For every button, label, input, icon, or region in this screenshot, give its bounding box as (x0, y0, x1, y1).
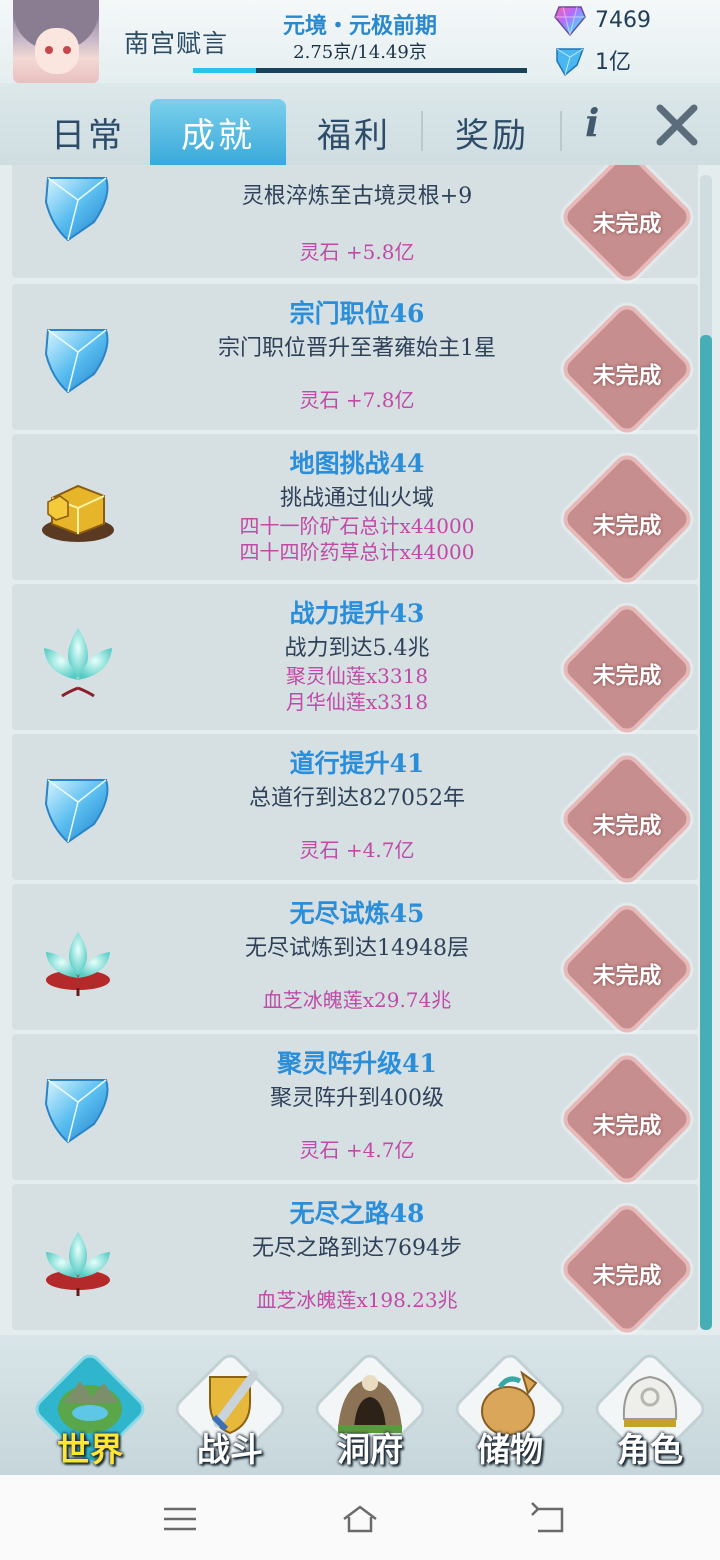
close-icon[interactable] (654, 102, 700, 148)
achievement-item: 无尽试炼45 无尽试炼到达14948层 血芝冰魄莲x29.74兆 未完成 (12, 884, 698, 1039)
back-icon[interactable] (528, 1499, 568, 1539)
menu-icon[interactable] (160, 1499, 200, 1539)
achievement-reward: 灵石 +4.7亿 (299, 1138, 415, 1162)
nav-battle-label: 战斗 (197, 1430, 263, 1469)
spirit-stone-icon (38, 318, 118, 398)
nav-world[interactable]: 世界 (30, 1349, 150, 1469)
top-header: 南宫赋言 元境・元极前期 2.75京/14.49京 7469 1亿 (0, 0, 720, 83)
scrollbar-thumb[interactable] (700, 335, 712, 1330)
achievement-reward: 灵石 +4.7亿 (299, 838, 415, 862)
achievement-title: 宗门职位46 (289, 299, 425, 328)
achievement-reward: 四十一阶矿石总计x44000 (239, 514, 475, 538)
achievement-title: 地图挑战44 (289, 449, 425, 478)
achievement-desc: 挑战通过仙火域 (279, 486, 434, 511)
status-label: 未完成 (592, 662, 662, 689)
ice-lotus-icon (38, 1218, 118, 1298)
nav-battle[interactable]: 战斗 (170, 1349, 290, 1469)
tab-achievements[interactable]: 成就 (150, 99, 286, 165)
gem-currency[interactable]: 7469 (553, 2, 651, 38)
achievement-reward: 血芝冰魄莲x198.23兆 (256, 1288, 458, 1312)
status-label: 未完成 (592, 512, 662, 539)
nav-storage[interactable]: 储物 (450, 1349, 570, 1469)
status-label: 未完成 (592, 1262, 662, 1289)
list-scrollbar[interactable] (700, 175, 712, 1330)
achievement-item: 聚灵阵升级41 聚灵阵升到400级 灵石 +4.7亿 未完成 (12, 1034, 698, 1189)
achievement-item: 战力提升43 战力到达5.4兆 聚灵仙莲x3318 月华仙莲x3318 未完成 (12, 584, 698, 739)
tab-welfare[interactable]: 福利 (290, 99, 418, 165)
nav-storage-label: 储物 (477, 1430, 543, 1469)
info-button[interactable]: i (585, 100, 599, 145)
status-label: 未完成 (592, 210, 662, 237)
achievement-title: 无尽之路48 (289, 1199, 425, 1228)
tab-daily[interactable]: 日常 (28, 99, 148, 165)
crystal-count: 1亿 (595, 50, 631, 75)
realm-progress-text: 2.75京/14.49京 (293, 42, 427, 63)
nav-world-label: 世界 (57, 1430, 123, 1469)
gold-ore-icon (42, 484, 114, 542)
spirit-stone-icon (38, 768, 118, 848)
achievement-title: 无尽试炼45 (289, 899, 425, 928)
realm-progress-bar (193, 68, 527, 73)
achievement-desc: 战力到达5.4兆 (284, 636, 430, 661)
achievement-reward: 四十四阶药草总计x44000 (239, 540, 475, 564)
spirit-stone-icon (38, 1068, 118, 1148)
achievement-item: 灵根淬炼至古境灵根+9 灵石 +5.8亿 未完成 (12, 165, 698, 287)
nav-cave[interactable]: 洞府 (310, 1349, 430, 1469)
achievement-desc: 无尽之路到达7694步 (252, 1236, 462, 1261)
gem-count: 7469 (595, 7, 651, 33)
achievement-title: 聚灵阵升级41 (277, 1049, 437, 1078)
achievement-desc: 灵根淬炼至古境灵根+9 (241, 184, 473, 209)
home-icon[interactable] (340, 1499, 380, 1539)
crystal-currency[interactable]: 1亿 (553, 42, 631, 78)
achievement-list[interactable]: 灵根淬炼至古境灵根+9 灵石 +5.8亿 未完成 宗门职位46 宗门职位晋升至著… (12, 165, 698, 1335)
achievement-title: 道行提升41 (289, 749, 425, 778)
realm-title: 元境・元极前期 (282, 13, 437, 39)
nav-character-label: 角色 (617, 1430, 683, 1469)
tab-divider (560, 111, 562, 151)
nav-character[interactable]: 角色 (590, 1349, 710, 1469)
nav-cave-label: 洞府 (337, 1430, 403, 1469)
lotus-icon (38, 618, 118, 698)
achievement-desc: 总道行到达827052年 (249, 786, 465, 811)
achievement-reward: 聚灵仙莲x3318 (285, 664, 429, 688)
achievement-item: 道行提升41 总道行到达827052年 灵石 +4.7亿 未完成 (12, 734, 698, 889)
achievement-desc: 宗门职位晋升至著雍始主1星 (218, 336, 496, 361)
achievement-desc: 聚灵阵升到400级 (270, 1086, 444, 1111)
blue-crystal-icon (556, 48, 585, 77)
achievement-reward: 灵石 +5.8亿 (299, 240, 415, 264)
ice-lotus-icon (38, 918, 118, 998)
status-label: 未完成 (592, 1112, 662, 1139)
status-label: 未完成 (592, 962, 662, 989)
status-label: 未完成 (592, 362, 662, 389)
achievement-desc: 无尽试炼到达14948层 (245, 936, 469, 961)
achievement-title: 战力提升43 (289, 599, 425, 628)
tab-bar: 日常 成就 福利 奖励 (0, 83, 720, 165)
tab-rewards[interactable]: 奖励 (428, 99, 556, 165)
status-label: 未完成 (592, 812, 662, 839)
achievement-item: 无尽之路48 无尽之路到达7694步 血芝冰魄莲x198.23兆 未完成 (12, 1184, 698, 1335)
bottom-nav: 世界 战斗 洞府 储物 角色 (0, 1335, 720, 1475)
achievement-reward: 灵石 +7.8亿 (299, 388, 415, 412)
achievement-reward: 血芝冰魄莲x29.74兆 (262, 988, 452, 1012)
realm-progress-fill (193, 68, 257, 73)
system-nav-bar (0, 1475, 720, 1560)
player-avatar[interactable] (13, 0, 99, 83)
achievement-reward: 月华仙莲x3318 (285, 690, 429, 714)
spirit-stone-icon (38, 166, 118, 246)
rainbow-gem-icon (554, 6, 586, 37)
tab-divider (421, 111, 423, 151)
achievement-item: 地图挑战44 挑战通过仙火域 四十一阶矿石总计x44000 四十四阶药草总计x4… (12, 434, 698, 589)
achievement-item: 宗门职位46 宗门职位晋升至著雍始主1星 灵石 +7.8亿 未完成 (12, 284, 698, 439)
